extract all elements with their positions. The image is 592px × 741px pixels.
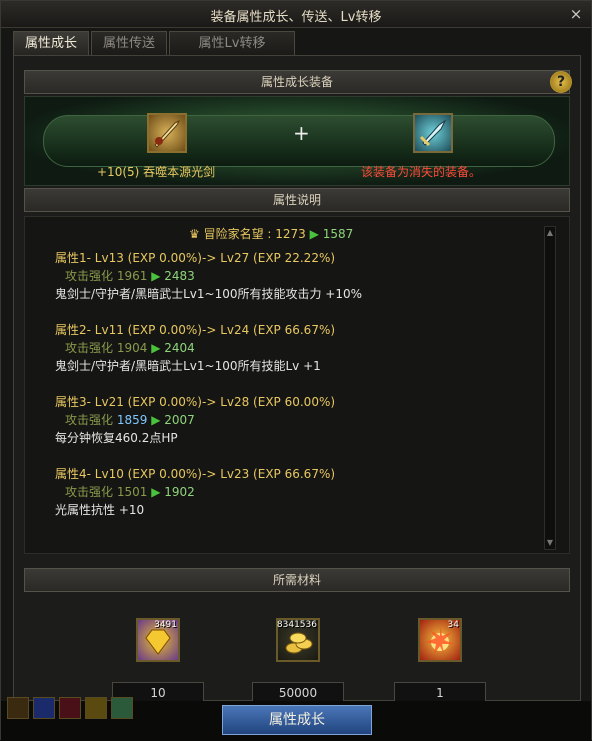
attribute-description-area: ♛ 冒险家名望 : 1273 ▶ 1587 属性1- Lv13 (EXP 0.0…	[24, 216, 570, 554]
help-icon[interactable]: ?	[550, 71, 572, 93]
attr4-effect: 光属性抗性 +10	[55, 503, 145, 517]
scroll-up-icon[interactable]: ▲	[545, 227, 555, 239]
attr3-enh-new: 2007	[164, 413, 195, 427]
growth-equip-name: +10(5) 吞噬本源光剑	[97, 165, 216, 179]
material-fire-stock: 34	[447, 620, 459, 630]
material-gold-slot[interactable]: 8341536	[276, 618, 320, 662]
material-gold-stock: 8341536	[276, 620, 317, 630]
attr3-enh-old: 1859	[116, 413, 148, 427]
tab-attribute-lv-transfer[interactable]: 属性Lv转移	[169, 31, 295, 55]
attr2-head: 属性2- Lv11 (EXP 0.00%)-> Lv24 (EXP 66.67%…	[55, 323, 336, 337]
attr4-enh-label: 攻击强化	[65, 485, 114, 499]
material-equip-slot[interactable]	[413, 113, 453, 153]
attribute-growth-button[interactable]: 属性成长	[222, 705, 372, 735]
sword-icon	[154, 119, 181, 148]
material-equip-name: 该装备为消失的装备。	[361, 165, 482, 179]
arrow-icon: ▶	[151, 413, 161, 427]
attr1-enh-row: 攻击强化 1961 ▶ 2483	[65, 267, 195, 284]
attr4-enh-new: 1902	[164, 485, 195, 499]
attr2-enh-label: 攻击强化	[65, 341, 114, 355]
attr1-enh-old: 1961	[116, 269, 148, 283]
attr2-enh-row: 攻击强化 1904 ▶ 2404	[65, 339, 195, 356]
plus-sign: +	[293, 121, 310, 145]
arrow-icon: ▶	[309, 227, 319, 241]
attr1-enh-new: 2483	[164, 269, 195, 283]
material-gold-required: 50000	[252, 682, 344, 702]
tab-attribute-transfer[interactable]: 属性传送	[91, 31, 167, 55]
attr3-enh-row: 攻击强化 1859 ▶ 2007	[65, 411, 195, 428]
attr2-enh-old: 1904	[116, 341, 148, 355]
equip-slots-area: + +10(5) 吞噬本源光剑 该装备为消失的装备。	[24, 96, 570, 186]
attr3-head: 属性3- Lv21 (EXP 0.00%)-> Lv28 (EXP 60.00%…	[55, 395, 336, 409]
arrow-icon: ▶	[151, 269, 161, 283]
attr1-head: 属性1- Lv13 (EXP 0.00%)-> Lv27 (EXP 22.22%…	[55, 251, 336, 265]
quickslot-2[interactable]	[33, 697, 55, 719]
quickslot-5[interactable]	[111, 697, 133, 719]
materials-section-header: 所需材料	[24, 568, 570, 592]
fame-new-value: 1587	[322, 227, 354, 241]
attr1-effect: 鬼剑士/守护者/黑暗武士Lv1~100所有技能攻击力 +10%	[55, 287, 363, 301]
equipment-attribute-window: 装备属性成长、传送、Lv转移 × 属性成长 属性传送 属性Lv转移 属性成长装备…	[0, 0, 592, 741]
attr2-effect: 鬼剑士/守护者/黑暗武士Lv1~100所有技能Lv +1	[55, 359, 321, 373]
material-gem-slot[interactable]: 3491	[136, 618, 180, 662]
equip-section-header: 属性成长装备	[24, 70, 570, 94]
quickslot-4[interactable]	[85, 697, 107, 719]
main-panel: 属性成长装备 ? + +10(5) 吞噬本源光剑 该装备为消失的装备。 属性说明	[13, 55, 581, 702]
attr3-enh-label: 攻击强化	[65, 413, 114, 427]
fame-icon: ♛	[189, 227, 200, 241]
material-gem-stock: 3491	[154, 620, 177, 630]
material-fire-slot[interactable]: 34	[418, 618, 462, 662]
growth-equip-slot[interactable]	[147, 113, 187, 153]
attr1-enh-label: 攻击强化	[65, 269, 114, 283]
tab-attribute-growth[interactable]: 属性成长	[13, 31, 89, 55]
quickslot-1[interactable]	[7, 697, 29, 719]
attr4-head: 属性4- Lv10 (EXP 0.00%)-> Lv23 (EXP 66.67%…	[55, 467, 336, 481]
title-bar: 装备属性成长、传送、Lv转移 ×	[1, 1, 591, 28]
fame-label: 冒险家名望 : 1273	[203, 227, 306, 241]
scroll-down-icon[interactable]: ▼	[545, 537, 555, 549]
quickslot-3[interactable]	[59, 697, 81, 719]
attr3-effect: 每分钟恢复460.2点HP	[55, 431, 178, 445]
arrow-icon: ▶	[151, 341, 161, 355]
arrow-icon: ▶	[151, 485, 161, 499]
material-fire-required: 1	[394, 682, 486, 702]
fame-row: ♛ 冒险家名望 : 1273 ▶ 1587	[189, 225, 353, 242]
blade-icon	[419, 119, 447, 147]
description-scrollbar[interactable]: ▲ ▼	[544, 226, 556, 550]
close-button[interactable]: ×	[567, 5, 585, 23]
desc-section-header: 属性说明	[24, 188, 570, 212]
attr4-enh-old: 1501	[116, 485, 148, 499]
window-title: 装备属性成长、传送、Lv转移	[210, 10, 382, 25]
attr4-enh-row: 攻击强化 1501 ▶ 1902	[65, 483, 195, 500]
attr2-enh-new: 2404	[164, 341, 195, 355]
